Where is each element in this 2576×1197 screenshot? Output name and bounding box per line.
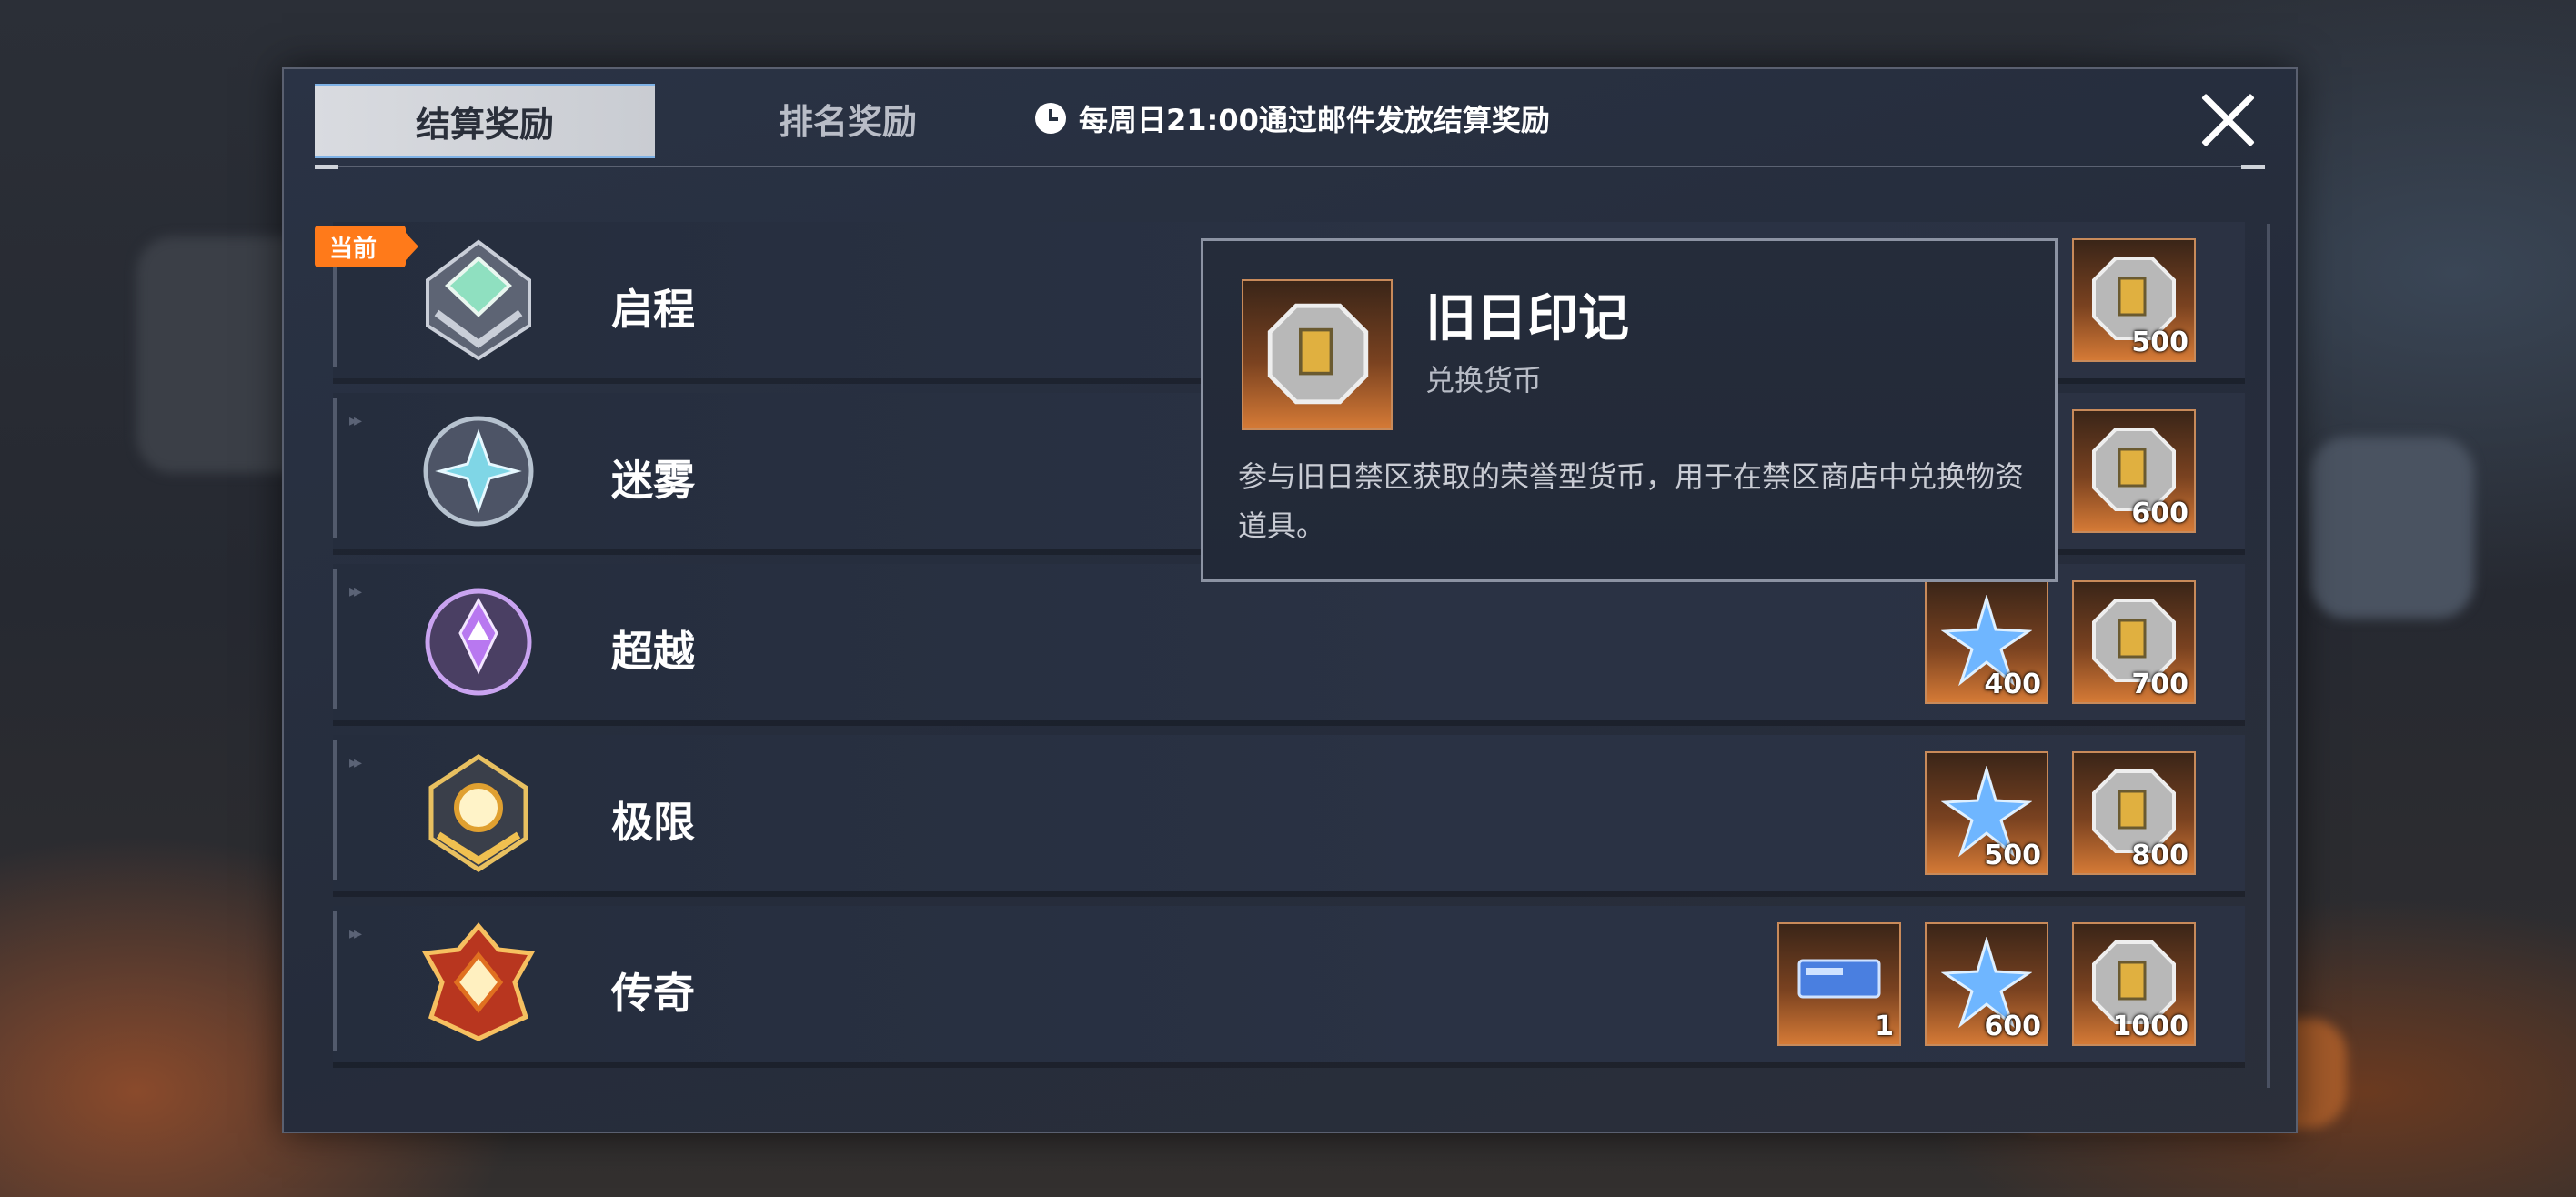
reward-ticket-item[interactable]: 1 bbox=[1777, 922, 1901, 1046]
tab-settlement-rewards[interactable]: 结算奖励 bbox=[315, 84, 655, 158]
tier-badge-icon bbox=[425, 588, 532, 696]
close-icon[interactable] bbox=[2198, 89, 2259, 151]
reward-amount: 600 bbox=[2131, 498, 2189, 529]
reward-amount: 600 bbox=[1984, 1011, 2041, 1042]
clock-icon bbox=[1035, 103, 1066, 134]
ticket-card-icon bbox=[1797, 959, 1881, 999]
tooltip-title: 旧日印记 bbox=[1425, 289, 1629, 348]
tier-row: ▸▸ 传奇 1 600 1000 bbox=[333, 906, 2245, 1062]
item-tooltip: 旧日印记 兑换货币 参与旧日禁区获取的荣誉型货币，用于在禁区商店中兑换物资道具。 bbox=[1201, 238, 2058, 582]
current-tier-tag: 当前 bbox=[315, 226, 418, 267]
tier-name: 启程 bbox=[611, 285, 695, 334]
tier-badge-icon bbox=[421, 922, 536, 1041]
reward-amount: 400 bbox=[1984, 669, 2041, 700]
tier-name: 迷雾 bbox=[611, 456, 695, 505]
header-divider bbox=[315, 165, 2265, 169]
tier-row: ▸▸ 极限 500 800 bbox=[333, 735, 2245, 891]
reward-coin-item[interactable]: 800 bbox=[2072, 751, 2196, 875]
old-day-mark-coin-icon bbox=[1267, 303, 1369, 405]
tier-badge-icon bbox=[428, 754, 528, 872]
reward-star-item[interactable]: 600 bbox=[1925, 922, 2048, 1046]
row-arrows-icon: ▸▸ bbox=[349, 753, 362, 772]
reward-star-item[interactable]: 400 bbox=[1925, 580, 2048, 704]
tier-badge-icon bbox=[426, 239, 531, 361]
reward-amount: 500 bbox=[2131, 327, 2189, 358]
background-shape bbox=[2310, 437, 2474, 619]
row-edge bbox=[333, 911, 337, 1051]
reward-star-item[interactable]: 500 bbox=[1925, 751, 2048, 875]
reward-coin-item[interactable]: 1000 bbox=[2072, 922, 2196, 1046]
tier-name: 超越 bbox=[611, 627, 695, 676]
reward-coin-item[interactable]: 500 bbox=[2072, 238, 2196, 362]
tooltip-subtitle: 兑换货币 bbox=[1425, 363, 1543, 397]
tooltip-item-frame bbox=[1242, 279, 1393, 430]
tooltip-description: 参与旧日禁区获取的荣誉型货币，用于在禁区商店中兑换物资道具。 bbox=[1238, 459, 2025, 543]
tier-badge-icon bbox=[423, 416, 534, 527]
settlement-notice: 每周日21:00通过邮件发放结算奖励 bbox=[1035, 96, 1550, 140]
tab-ranking-rewards[interactable]: 排名奖励 bbox=[711, 84, 984, 153]
row-edge bbox=[333, 398, 337, 538]
reward-amount: 800 bbox=[2131, 840, 2189, 871]
row-arrows-icon: ▸▸ bbox=[349, 411, 362, 430]
row-arrows-icon: ▸▸ bbox=[349, 924, 362, 943]
tier-name: 传奇 bbox=[611, 969, 695, 1018]
row-arrows-icon: ▸▸ bbox=[349, 582, 362, 601]
scrollbar[interactable] bbox=[2267, 224, 2270, 1088]
row-edge bbox=[333, 740, 337, 880]
reward-coin-item[interactable]: 700 bbox=[2072, 580, 2196, 704]
notice-text: 每周日21:00通过邮件发放结算奖励 bbox=[1079, 103, 1550, 137]
reward-amount: 500 bbox=[1984, 840, 2041, 871]
reward-amount: 1000 bbox=[2112, 1011, 2189, 1042]
dialog-header: 结算奖励 排名奖励 每周日21:00通过邮件发放结算奖励 bbox=[284, 69, 2296, 169]
reward-coin-item[interactable]: 600 bbox=[2072, 409, 2196, 533]
tier-row: ▸▸ 超越 400 700 bbox=[333, 564, 2245, 720]
tier-name: 极限 bbox=[611, 798, 695, 847]
reward-amount: 1 bbox=[1875, 1011, 1894, 1042]
current-tier-label: 当前 bbox=[329, 235, 377, 263]
row-edge bbox=[333, 569, 337, 709]
reward-amount: 700 bbox=[2131, 669, 2189, 700]
